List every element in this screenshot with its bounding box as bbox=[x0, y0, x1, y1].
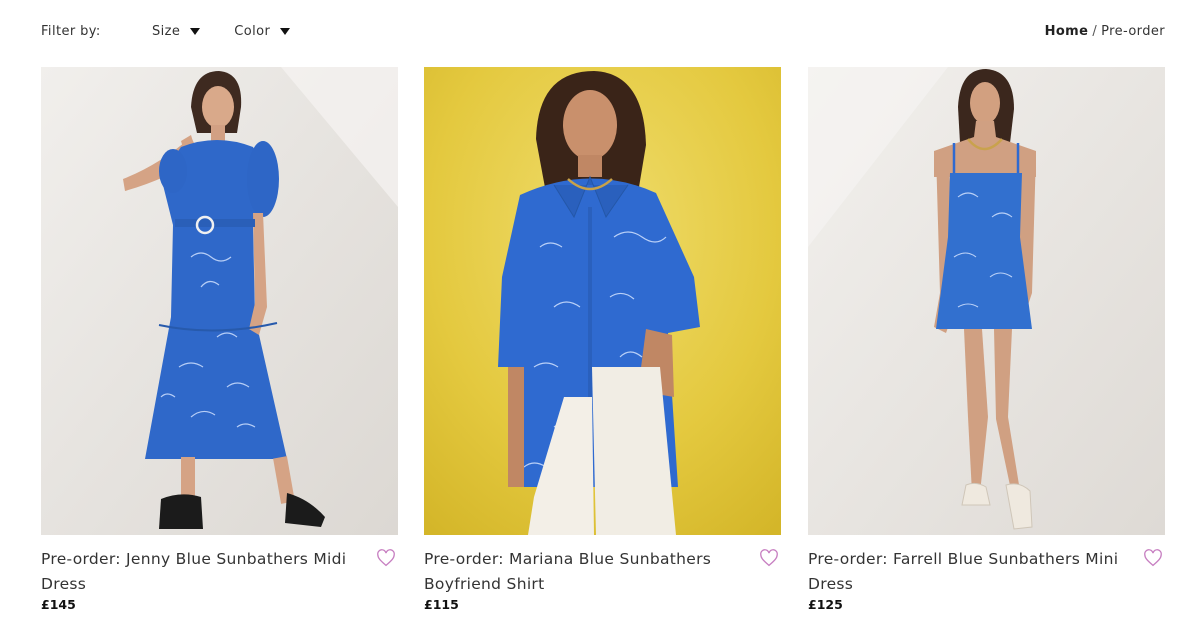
heart-outline-icon[interactable] bbox=[759, 549, 781, 569]
product-title[interactable]: Pre-order: Jenny Blue Sunbathers Midi Dr… bbox=[41, 547, 356, 597]
product-card: Pre-order: Mariana Blue Sunbathers Boyfr… bbox=[424, 67, 781, 627]
product-image[interactable] bbox=[41, 67, 398, 535]
product-listing-page: Filter by: Size Color Home / Pre-order P… bbox=[0, 0, 1200, 635]
product-image[interactable] bbox=[424, 67, 781, 535]
product-info: Pre-order: Jenny Blue Sunbathers Midi Dr… bbox=[41, 547, 398, 612]
filter-label: Filter by: bbox=[41, 23, 101, 39]
product-card: Pre-order: Jenny Blue Sunbathers Midi Dr… bbox=[41, 67, 398, 627]
color-filter-dropdown[interactable]: Color bbox=[234, 23, 291, 39]
size-filter-label: Size bbox=[152, 23, 181, 39]
product-card: Pre-order: Farrell Blue Sunbathers Mini … bbox=[808, 67, 1165, 627]
heart-outline-icon[interactable] bbox=[376, 549, 398, 569]
product-info: Pre-order: Mariana Blue Sunbathers Boyfr… bbox=[424, 547, 781, 612]
product-grid: Pre-order: Jenny Blue Sunbathers Midi Dr… bbox=[41, 67, 1165, 627]
product-info: Pre-order: Farrell Blue Sunbathers Mini … bbox=[808, 547, 1165, 612]
product-price: £125 bbox=[808, 597, 843, 612]
caret-down-icon bbox=[280, 28, 291, 35]
product-price: £115 bbox=[424, 597, 459, 612]
breadcrumb: Home / Pre-order bbox=[1045, 24, 1165, 39]
product-title[interactable]: Pre-order: Farrell Blue Sunbathers Mini … bbox=[808, 547, 1123, 597]
product-image[interactable] bbox=[808, 67, 1165, 535]
product-price: £145 bbox=[41, 597, 76, 612]
breadcrumb-current: Pre-order bbox=[1101, 23, 1165, 39]
filter-bar: Filter by: Size Color Home / Pre-order bbox=[41, 18, 1165, 44]
heart-outline-icon[interactable] bbox=[1143, 549, 1165, 569]
color-filter-label: Color bbox=[234, 23, 271, 39]
product-title[interactable]: Pre-order: Mariana Blue Sunbathers Boyfr… bbox=[424, 547, 739, 597]
size-filter-dropdown[interactable]: Size bbox=[152, 23, 201, 39]
caret-down-icon bbox=[190, 28, 201, 35]
breadcrumb-separator: / bbox=[1092, 23, 1098, 39]
breadcrumb-home-link[interactable]: Home bbox=[1045, 24, 1089, 39]
